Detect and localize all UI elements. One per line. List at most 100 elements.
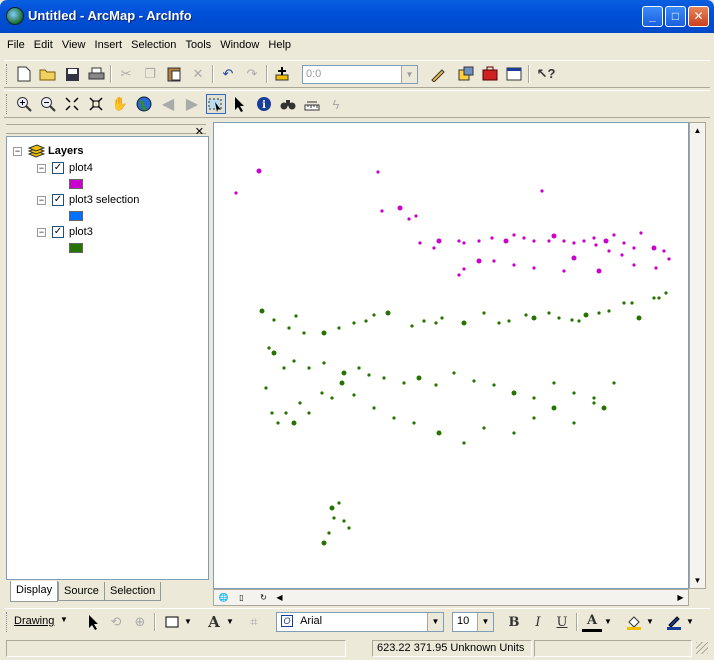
drawing-menu-button[interactable]: Drawing bbox=[14, 615, 54, 627]
measure-icon[interactable] bbox=[302, 94, 322, 114]
arcmap-app-icon[interactable] bbox=[6, 7, 24, 25]
new-text-icon[interactable]: A bbox=[204, 612, 224, 632]
whats-this-help-icon[interactable]: ↖? bbox=[536, 64, 556, 84]
chevron-down-icon[interactable]: ▼ bbox=[477, 613, 493, 631]
chevron-down-icon[interactable]: ▼ bbox=[604, 617, 612, 626]
layer-name-plot3[interactable]: plot3 bbox=[69, 226, 93, 238]
bold-button[interactable]: B bbox=[504, 612, 524, 632]
paste-icon[interactable] bbox=[164, 64, 184, 84]
command-line-icon[interactable] bbox=[504, 64, 524, 84]
italic-button[interactable]: I bbox=[528, 612, 548, 632]
cut-icon[interactable]: ✂ bbox=[116, 64, 136, 84]
refresh-view-icon[interactable]: ↻ bbox=[256, 590, 271, 605]
toolbar-grip[interactable] bbox=[6, 94, 9, 114]
layers-root-label[interactable]: Layers bbox=[48, 145, 83, 157]
layer-visibility-checkbox[interactable]: ✓ bbox=[52, 226, 64, 238]
vertical-scrollbar[interactable]: ▲ ▼ bbox=[689, 122, 706, 589]
toolbar-grip[interactable] bbox=[6, 612, 9, 632]
scroll-down-icon[interactable]: ▼ bbox=[690, 573, 705, 588]
undo-icon[interactable]: ↶ bbox=[218, 64, 238, 84]
redo-icon[interactable]: ↷ bbox=[242, 64, 262, 84]
layer-visibility-checkbox[interactable]: ✓ bbox=[52, 162, 64, 174]
menu-window[interactable]: Window bbox=[217, 36, 262, 54]
zoom-out-icon[interactable] bbox=[38, 94, 58, 114]
new-document-icon[interactable] bbox=[14, 64, 34, 84]
scroll-up-icon[interactable]: ▲ bbox=[690, 123, 705, 138]
full-extent-globe-icon[interactable] bbox=[134, 94, 154, 114]
select-elements-arrow-icon[interactable] bbox=[230, 94, 250, 114]
layer-visibility-checkbox[interactable]: ✓ bbox=[52, 194, 64, 206]
open-folder-icon[interactable] bbox=[38, 64, 58, 84]
select-features-icon[interactable] bbox=[206, 94, 226, 114]
tab-selection[interactable]: Selection bbox=[104, 582, 162, 601]
font-name-combo[interactable]: O Arial ▼ bbox=[276, 612, 444, 632]
chevron-down-icon[interactable]: ▼ bbox=[427, 613, 443, 631]
tab-display[interactable]: Display bbox=[10, 581, 59, 602]
map-display[interactable] bbox=[213, 122, 689, 589]
chevron-down-icon[interactable]: ▼ bbox=[686, 617, 694, 626]
layout-view-icon[interactable]: ▯ bbox=[234, 590, 249, 605]
fixed-zoom-in-icon[interactable] bbox=[62, 94, 82, 114]
delete-icon[interactable]: ✕ bbox=[188, 64, 208, 84]
map-scale-combo[interactable]: 0:0 ▼ bbox=[302, 65, 418, 84]
zoom-in-icon[interactable] bbox=[14, 94, 34, 114]
identify-icon[interactable]: i bbox=[254, 94, 274, 114]
rotate-icon[interactable]: ⟲ bbox=[106, 612, 126, 632]
toc-title-bar[interactable]: ✕ bbox=[6, 124, 206, 138]
font-size-combo[interactable]: 10 ▼ bbox=[452, 612, 494, 632]
layer-symbol-swatch[interactable] bbox=[69, 211, 83, 221]
editor-toolbar-icon[interactable] bbox=[428, 64, 448, 84]
menu-insert[interactable]: Insert bbox=[92, 36, 126, 54]
menu-view[interactable]: View bbox=[59, 36, 89, 54]
collapse-layer-icon[interactable]: − bbox=[37, 228, 46, 237]
menu-file[interactable]: File bbox=[4, 36, 28, 54]
next-extent-icon[interactable]: ▶ bbox=[182, 94, 202, 114]
new-rectangle-icon[interactable] bbox=[162, 612, 182, 632]
maximize-button[interactable]: □ bbox=[665, 6, 686, 27]
layer-name-plot4[interactable]: plot4 bbox=[69, 162, 93, 174]
fixed-zoom-out-icon[interactable] bbox=[86, 94, 106, 114]
arccatalog-icon[interactable] bbox=[456, 64, 476, 84]
data-view-icon[interactable]: 🌐 bbox=[216, 590, 231, 605]
layer-symbol-swatch[interactable] bbox=[69, 243, 83, 253]
fill-color-bucket-icon[interactable] bbox=[624, 612, 644, 632]
chevron-down-icon[interactable]: ▼ bbox=[646, 617, 654, 626]
font-color-button[interactable]: A bbox=[582, 612, 602, 632]
resize-grip-icon[interactable] bbox=[696, 642, 708, 654]
print-icon[interactable] bbox=[86, 64, 106, 84]
chevron-down-icon[interactable]: ▼ bbox=[184, 617, 192, 626]
menu-edit[interactable]: Edit bbox=[31, 36, 56, 54]
collapse-layers-icon[interactable]: − bbox=[13, 147, 22, 156]
scroll-left-icon[interactable]: ◀ bbox=[272, 590, 287, 605]
find-binoculars-icon[interactable] bbox=[278, 94, 298, 114]
line-color-pen-icon[interactable] bbox=[664, 612, 684, 632]
edit-vertices-icon[interactable]: ⌗ bbox=[244, 612, 264, 632]
title-bar[interactable]: Untitled - ArcMap - ArcInfo _ □ ✕ bbox=[0, 0, 714, 33]
previous-extent-icon[interactable]: ◀ bbox=[158, 94, 178, 114]
point-features-plot[interactable] bbox=[214, 123, 688, 588]
collapse-layer-icon[interactable]: − bbox=[37, 164, 46, 173]
select-elements-arrow-icon[interactable] bbox=[84, 612, 104, 632]
menu-help[interactable]: Help bbox=[265, 36, 294, 54]
arctoolbox-icon[interactable] bbox=[480, 64, 500, 84]
hyperlink-bolt-icon[interactable]: ϟ bbox=[326, 94, 346, 114]
chevron-down-icon[interactable]: ▼ bbox=[226, 617, 234, 626]
collapse-layer-icon[interactable]: − bbox=[37, 196, 46, 205]
tab-source[interactable]: Source bbox=[58, 582, 105, 601]
minimize-button[interactable]: _ bbox=[642, 6, 663, 27]
horizontal-scrollbar[interactable]: 🌐 ▯ ↻ ◀ ▶ bbox=[213, 589, 689, 606]
close-button[interactable]: ✕ bbox=[688, 6, 709, 27]
toolbar-grip[interactable] bbox=[6, 64, 9, 84]
zoom-whole-page-icon[interactable]: ⊕ bbox=[130, 612, 150, 632]
pan-hand-icon[interactable]: ✋ bbox=[110, 94, 130, 114]
menu-tools[interactable]: Tools bbox=[182, 36, 214, 54]
copy-icon[interactable]: ❐ bbox=[140, 64, 160, 84]
menu-selection[interactable]: Selection bbox=[128, 36, 179, 54]
save-icon[interactable] bbox=[62, 64, 82, 84]
layer-symbol-swatch[interactable] bbox=[69, 179, 83, 189]
add-data-icon[interactable] bbox=[272, 64, 292, 84]
layer-name-plot3-selection[interactable]: plot3 selection bbox=[69, 194, 139, 206]
chevron-down-icon[interactable]: ▼ bbox=[60, 615, 68, 624]
underline-button[interactable]: U bbox=[552, 612, 572, 632]
chevron-down-icon[interactable]: ▼ bbox=[401, 66, 417, 83]
